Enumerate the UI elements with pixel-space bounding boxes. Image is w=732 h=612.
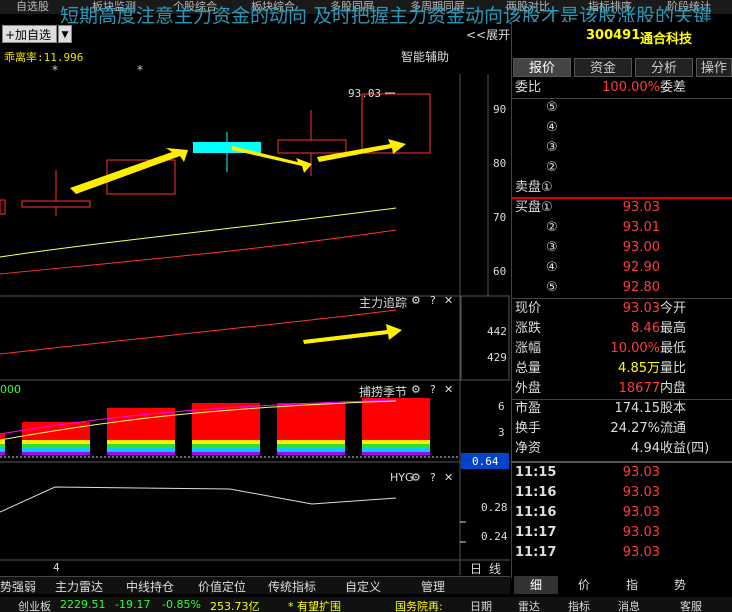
help-icon[interactable]: ? <box>430 471 436 484</box>
tab-index[interactable]: 指 <box>610 576 654 594</box>
panel3-prefix: 000 <box>0 383 21 396</box>
tab-detail[interactable]: 细 <box>514 576 558 594</box>
tab-indicator[interactable]: 势强弱 <box>0 578 36 595</box>
value-box: 0.64 <box>472 455 499 468</box>
buy-row: ② 93.01 <box>546 220 660 235</box>
service-button[interactable]: 客服 <box>680 598 702 612</box>
index-percent: -0.85% <box>162 598 201 611</box>
sell-row: ④ <box>546 120 558 135</box>
gear-icon[interactable]: ⚙ <box>411 471 421 484</box>
y-tick: 6 <box>498 400 505 413</box>
quote-row: 总量 4.85万 量比 <box>515 361 687 376</box>
y-tick: 429 <box>487 351 507 364</box>
candle <box>21 200 91 208</box>
quote-row: 外盘 18677 内盘 <box>515 381 687 396</box>
buy-row: ④ 92.90 <box>546 260 660 275</box>
menu-item[interactable]: 自选股 <box>16 0 49 14</box>
y-tick: 80 <box>493 157 507 170</box>
date-button[interactable]: 日期 <box>470 598 492 612</box>
app-window: { "menu":["自选股","板块监测","个股综合","板块综合","多股… <box>0 0 732 612</box>
indicator-button[interactable]: 指标 <box>568 598 590 612</box>
buy-row: ⑤ 92.80 <box>546 280 660 295</box>
panel-title-main-tracking: 主力追踪 <box>359 296 408 310</box>
panel-title-season: 捕捞季节 <box>359 385 408 399</box>
quote-row: 涨跌 8.46 最高 <box>515 321 687 336</box>
index-amount: 253.73亿 <box>210 600 260 612</box>
svg-text:*: * <box>52 63 58 77</box>
close-icon[interactable]: ✕ <box>444 383 453 396</box>
stock-code: 300491 <box>586 28 641 43</box>
news-ticker[interactable]: * 有望扩围 <box>288 598 341 612</box>
period-line[interactable]: 线 <box>489 560 501 577</box>
y-tick: 60 <box>493 265 507 278</box>
tab-indicator[interactable]: 中线持仓 <box>126 578 174 595</box>
y-tick: 0.24 <box>481 530 508 543</box>
y-tick: 70 <box>493 211 507 224</box>
gear-icon[interactable]: ⚙ <box>411 383 421 396</box>
dropdown-button[interactable]: ▼ <box>58 25 72 43</box>
y-tick: 3 <box>498 426 505 439</box>
tab-indicator[interactable]: 价值定位 <box>198 578 246 595</box>
svg-text:*: * <box>137 63 143 77</box>
fund-row: 市盈 174.15 股本 <box>515 401 687 416</box>
sell-row: ⑤ <box>546 100 558 115</box>
commission-row: 委比 100.00% 委差 <box>515 80 687 95</box>
tab-analysis[interactable]: 分析 <box>635 58 693 77</box>
fund-row: 换手 24.27% 流通 <box>515 421 687 436</box>
news-item[interactable]: 国务院再: <box>395 598 443 612</box>
candle <box>277 139 347 154</box>
price-label: 93.03 <box>348 87 381 100</box>
fund-row: 净资 4.94 收益(四) <box>515 441 710 456</box>
tick-row: 11:17 93.03 <box>515 545 660 560</box>
sell-row: 卖盘① <box>515 180 553 195</box>
buy-row: ③ 93.00 <box>546 240 660 255</box>
status-bar: 创业板 2229.51 -19.17 -0.85% 253.73亿 * 有望扩围… <box>0 597 732 612</box>
buy-row: 买盘① 93.03 <box>515 200 660 215</box>
quote-row: 涨幅 10.00% 最低 <box>515 341 687 356</box>
panel-title-hyg: HYG <box>390 471 414 484</box>
index-value: 2229.51 <box>60 598 106 611</box>
indicator-tabs: 势强弱 主力雷达 中线持仓 价值定位 传统指标 自定义 管理 <box>0 576 510 594</box>
help-icon[interactable]: ? <box>430 294 436 307</box>
message-button[interactable]: 消息 <box>618 598 640 612</box>
tab-indicator[interactable]: 传统指标 <box>268 578 316 595</box>
y-tick: 90 <box>493 103 507 116</box>
radar-button[interactable]: 雷达 <box>518 598 540 612</box>
assist-label[interactable]: 智能辅助 <box>401 48 449 65</box>
gear-icon[interactable]: ⚙ <box>411 294 421 307</box>
tick-row: 11:15 93.03 <box>515 465 660 480</box>
x-tick: 4 <box>53 561 60 574</box>
bias-label: 乖离率:11.996 <box>4 51 84 64</box>
tab-fund[interactable]: 资金 <box>574 58 632 77</box>
stock-name: 通合科技 <box>640 32 693 47</box>
sell-row: ③ <box>546 140 558 155</box>
close-icon[interactable]: ✕ <box>444 294 453 307</box>
tab-quote[interactable]: 报价 <box>513 58 571 77</box>
tick-row: 11:16 93.03 <box>515 505 660 520</box>
period-day[interactable]: 日 <box>470 560 482 577</box>
y-tick: 442 <box>487 325 507 338</box>
tab-indicator[interactable]: 管理 <box>421 578 445 595</box>
quote-row: 现价 93.03 今开 <box>515 301 687 316</box>
help-icon[interactable]: ? <box>430 383 436 396</box>
close-icon[interactable]: ✕ <box>444 471 453 484</box>
sell-row: ② <box>546 160 558 175</box>
index-name[interactable]: 创业板 <box>18 598 51 612</box>
season-stripes <box>0 440 430 455</box>
tab-indicator[interactable]: 主力雷达 <box>55 578 103 595</box>
tick-row: 11:16 93.03 <box>515 485 660 500</box>
y-tick: 0.28 <box>481 501 508 514</box>
expand-button[interactable]: <<展开 <box>466 26 510 43</box>
tick-row: 11:17 93.03 <box>515 525 660 540</box>
tab-indicator[interactable]: 自定义 <box>345 578 381 595</box>
index-change: -19.17 <box>115 598 151 611</box>
tab-price[interactable]: 价 <box>562 576 606 594</box>
tab-trend[interactable]: 势 <box>658 576 702 594</box>
add-watchlist-button[interactable]: +加自选 <box>2 25 57 43</box>
tab-operate[interactable]: 操作 <box>696 58 732 77</box>
